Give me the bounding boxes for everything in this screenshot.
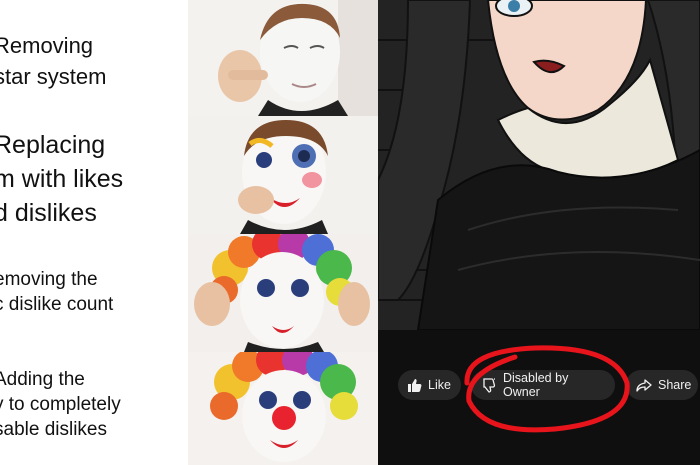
meme-frame-white-paint	[188, 0, 378, 116]
share-label: Share	[658, 378, 692, 392]
share-button[interactable]: Share	[626, 370, 698, 400]
caption-step-3: emoving the c dislike count	[0, 269, 114, 315]
dislike-label: Disabled by Owner	[503, 371, 569, 399]
like-label: Like	[428, 378, 451, 392]
caption-step-1: Removing star system	[0, 33, 107, 89]
meme-frame-rainbow-wig	[188, 234, 378, 352]
like-button[interactable]: Like	[398, 370, 461, 400]
video-frame-nun-illustration	[378, 0, 700, 330]
share-arrow-icon	[636, 379, 652, 392]
meme-frame-partial-makeup	[188, 116, 378, 234]
dislike-button-disabled[interactable]: Disabled by Owner	[471, 370, 615, 400]
clown-meme-panel: Removing star system Replacing m with li…	[0, 0, 378, 465]
caption-step-4: Adding the y to completely sable dislike…	[0, 369, 121, 440]
meme-frame-full-clown	[188, 352, 378, 465]
caption-step-2: Replacing m with likes d dislikes	[0, 131, 124, 227]
thumbs-up-icon	[408, 379, 422, 392]
thumbs-down-icon	[483, 378, 496, 393]
